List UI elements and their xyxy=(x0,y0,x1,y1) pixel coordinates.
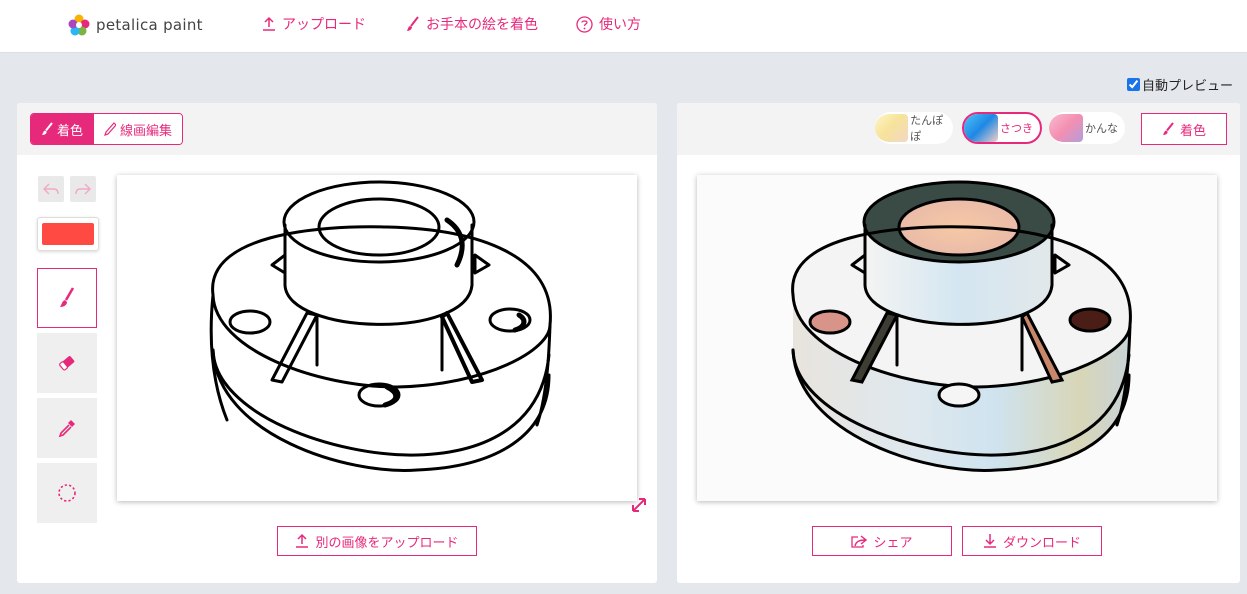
expand-icon[interactable] xyxy=(629,495,649,515)
nav-sample[interactable]: お手本の絵を着色 xyxy=(406,13,538,35)
upload-other-button[interactable]: 別の画像をアップロード xyxy=(277,526,477,556)
eyedropper-tool[interactable] xyxy=(37,398,97,458)
brush-icon xyxy=(42,122,53,135)
top-bar: petalica paint アップロード お手本の絵を着色 使い方 xyxy=(0,0,1247,53)
brush-icon xyxy=(407,16,419,31)
upload-other-label: 別の画像をアップロード xyxy=(315,535,459,551)
download-button[interactable]: ダウンロード xyxy=(962,526,1102,556)
brush-icon xyxy=(60,287,75,307)
style-kanna-label: かんな xyxy=(1085,122,1118,135)
flange-colorized-image xyxy=(697,175,1217,501)
redo-icon xyxy=(75,183,91,195)
share-label: シェア xyxy=(873,535,913,551)
style-kanna[interactable]: かんな xyxy=(1049,112,1125,144)
tab-lineart-edit-label: 線画編集 xyxy=(120,123,173,139)
lineart-panel-header: 着色 線画編集 xyxy=(17,103,657,155)
style-tanpopo[interactable]: たんぽぽ xyxy=(875,112,953,144)
download-icon xyxy=(983,534,996,548)
style-satsuki-label: さつき xyxy=(1000,122,1033,135)
download-label: ダウンロード xyxy=(1002,535,1081,551)
eyedropper-icon xyxy=(58,420,75,438)
nav-upload-label: アップロード xyxy=(282,17,366,33)
share-button[interactable]: シェア xyxy=(812,526,952,556)
tab-colorize[interactable]: 着色 xyxy=(31,114,94,144)
nav-howto-label: 使い方 xyxy=(599,17,641,33)
colorize-button[interactable]: 着色 xyxy=(1141,113,1227,145)
auto-preview-checkbox[interactable] xyxy=(1127,78,1140,91)
redo-button[interactable] xyxy=(70,176,96,202)
upload-icon xyxy=(296,533,309,548)
undo-button[interactable] xyxy=(38,176,64,202)
flange-lineart-image xyxy=(209,180,552,472)
undo-icon xyxy=(43,183,59,195)
nav-upload[interactable]: アップロード xyxy=(262,13,366,35)
tab-lineart-edit[interactable]: 線画編集 xyxy=(93,114,183,144)
pencil-icon xyxy=(104,122,117,136)
result-canvas xyxy=(697,175,1217,501)
petal-logo-icon xyxy=(68,14,90,36)
brush-tool[interactable] xyxy=(37,268,97,328)
eraser-icon xyxy=(59,356,75,371)
logo[interactable]: petalica paint xyxy=(67,12,203,38)
kanna-avatar xyxy=(1049,114,1083,142)
style-satsuki[interactable]: さつき xyxy=(962,112,1042,144)
result-panel: たんぽぽ さつき かんな 着色 シェア ダウンロード xyxy=(677,103,1240,583)
color-picker-swatch[interactable] xyxy=(37,217,99,251)
question-icon xyxy=(576,15,593,33)
result-panel-header: たんぽぽ さつき かんな 着色 xyxy=(677,103,1240,155)
mode-switch: 着色 線画編集 xyxy=(30,113,184,145)
eraser-tool[interactable] xyxy=(37,333,97,393)
auto-preview-toggle[interactable]: 自動プレビュー xyxy=(1127,75,1233,94)
satsuki-avatar xyxy=(964,114,998,142)
style-tanpopo-label: たんぽぽ xyxy=(910,114,944,143)
hint-tool[interactable] xyxy=(37,463,97,523)
current-color xyxy=(42,223,94,245)
colorize-label: 着色 xyxy=(1179,123,1206,139)
nav-howto[interactable]: 使い方 xyxy=(576,13,641,35)
auto-preview-label: 自動プレビュー xyxy=(1142,79,1234,94)
upload-icon xyxy=(263,16,275,31)
tab-colorize-label: 着色 xyxy=(57,123,84,139)
tanpopo-avatar xyxy=(875,114,909,142)
dotted-circle-icon xyxy=(58,484,76,502)
share-icon xyxy=(851,535,868,548)
lineart-panel: 着色 線画編集 別の画像をアップロード xyxy=(17,103,657,583)
brush-icon xyxy=(1162,122,1174,135)
logo-text: petalica paint xyxy=(96,16,203,34)
nav-sample-label: お手本の絵を着色 xyxy=(426,17,538,33)
lineart-canvas[interactable] xyxy=(117,175,637,501)
